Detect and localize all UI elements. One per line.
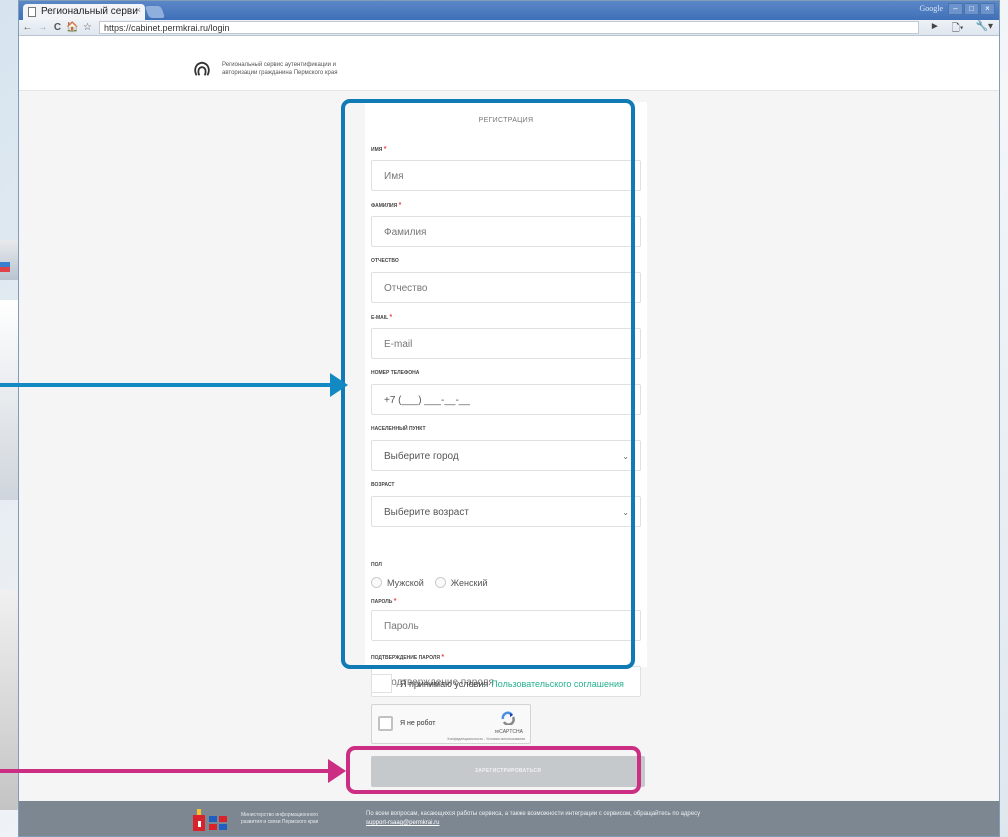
recaptcha-brand: reCAPTCHA bbox=[494, 729, 523, 735]
agreement-checkbox[interactable] bbox=[371, 674, 392, 693]
agreement-row: Я принимаю условия Пользовательского сог… bbox=[371, 674, 624, 693]
required-mark: * bbox=[383, 146, 387, 153]
password-label-text: ПАРОЛЬ bbox=[371, 599, 393, 605]
gender-label: ПОЛ bbox=[371, 562, 382, 568]
chevron-down-icon: ⌄ bbox=[622, 452, 629, 461]
browser-tab[interactable]: Региональный серви × bbox=[23, 4, 145, 20]
form-title: РЕГИСТРАЦИЯ bbox=[478, 117, 534, 124]
city-select-value: Выберите город bbox=[384, 451, 459, 462]
gender-radio-group: Мужской Женский bbox=[371, 577, 487, 588]
browser-brand: Google bbox=[919, 4, 943, 13]
register-button[interactable]: ЗАРЕГИСТРИРОВАТЬСЯ bbox=[371, 756, 645, 787]
patronymic-input[interactable]: Отчество bbox=[371, 272, 641, 303]
age-label: ВОЗРАСТ bbox=[371, 482, 395, 488]
back-arrow-icon[interactable]: ← bbox=[21, 21, 34, 34]
password-input[interactable]: Пароль bbox=[371, 610, 641, 641]
required-mark: * bbox=[393, 598, 397, 605]
desktop-background-strip bbox=[0, 590, 18, 810]
page-icon bbox=[28, 7, 36, 17]
agreement-text: Я принимаю условия bbox=[400, 678, 489, 689]
minimize-button[interactable]: – bbox=[948, 3, 963, 15]
header-title-line: авторизации гражданина Пермского края bbox=[222, 70, 338, 76]
recaptcha-logo-icon bbox=[501, 711, 515, 725]
ministry-name: Министерство информационного развития и … bbox=[241, 812, 341, 826]
email-input[interactable]: E-mail bbox=[371, 328, 641, 359]
bookmark-star-icon[interactable]: ☆ bbox=[81, 21, 94, 34]
recaptcha-widget: Я не робот reCAPTCHA Конфиденциальность … bbox=[371, 704, 531, 744]
first-name-input[interactable]: Имя bbox=[371, 160, 641, 191]
page-content: Региональный сервис аутентификации и авт… bbox=[19, 36, 999, 836]
required-mark: * bbox=[398, 202, 402, 209]
patronymic-label: ОТЧЕСТВО bbox=[371, 258, 399, 264]
gender-radio-female[interactable] bbox=[434, 577, 446, 588]
desktop-flag-icon bbox=[0, 262, 10, 272]
first-name-label-text: ИМЯ bbox=[371, 147, 383, 153]
ministry-name-line: Министерство информационного bbox=[241, 812, 319, 818]
site-header: Региональный сервис аутентификации и авт… bbox=[19, 36, 999, 91]
age-select[interactable]: Выберите возраст ⌄ bbox=[371, 496, 641, 527]
close-window-button[interactable]: × bbox=[980, 3, 995, 15]
last-name-input[interactable]: Фамилия bbox=[371, 216, 641, 247]
support-email-link[interactable]: support-rsaag@permkrai.ru bbox=[366, 819, 966, 828]
recaptcha-terms-link[interactable]: Конфиденциальность - Условия использован… bbox=[448, 737, 525, 741]
phone-label: НОМЕР ТЕЛЕФОНА bbox=[371, 370, 420, 376]
tab-strip: Региональный серви × Google – □ × bbox=[19, 1, 999, 20]
pointer-arrow-pink bbox=[0, 759, 346, 783]
footer-info: По всем вопросам, касающихся работы серв… bbox=[366, 810, 966, 828]
address-bar[interactable]: https://cabinet.permkrai.ru/login bbox=[99, 21, 919, 34]
last-name-label-text: ФАМИЛИЯ bbox=[371, 203, 398, 209]
city-select[interactable]: Выберите город ⌄ bbox=[371, 440, 641, 471]
desktop-background-strip bbox=[0, 240, 18, 280]
last-name-label: ФАМИЛИЯ * bbox=[371, 202, 401, 209]
first-name-label: ИМЯ * bbox=[371, 146, 386, 153]
required-mark: * bbox=[389, 314, 393, 321]
header-title: Региональный сервис аутентификации и авт… bbox=[222, 61, 382, 77]
home-icon[interactable]: 🏠 bbox=[66, 21, 79, 34]
recaptcha-checkbox[interactable] bbox=[378, 716, 393, 731]
user-agreement-link[interactable]: Пользовательского соглашения bbox=[491, 679, 624, 689]
forward-arrow-icon[interactable]: → bbox=[36, 21, 49, 34]
email-label-text: E-MAIL bbox=[371, 315, 389, 321]
city-label: НАСЕЛЕННЫЙ ПУНКТ bbox=[371, 426, 426, 432]
registration-form: РЕГИСТРАЦИЯ ИМЯ * Имя ФАМИЛИЯ * Фамилия … bbox=[365, 102, 647, 667]
email-label: E-MAIL * bbox=[371, 314, 392, 321]
phone-input[interactable]: +7 (___) ___-__-__ bbox=[371, 384, 641, 415]
maximize-button[interactable]: □ bbox=[964, 3, 979, 15]
gender-option-label: Мужской bbox=[387, 577, 424, 588]
recaptcha-label: Я не робот bbox=[400, 720, 436, 727]
required-mark: * bbox=[441, 654, 445, 661]
gender-option-label: Женский bbox=[450, 577, 488, 588]
site-footer: Министерство информационного развития и … bbox=[19, 801, 999, 836]
tab-title: Региональный серви bbox=[41, 6, 138, 17]
new-tab-button[interactable] bbox=[144, 6, 166, 18]
chevron-down-icon: ⌄ bbox=[622, 508, 629, 517]
header-title-line: Региональный сервис аутентификации и bbox=[222, 62, 336, 68]
footer-info-text: По всем вопросам, касающихся работы серв… bbox=[366, 811, 701, 817]
gender-radio-male[interactable] bbox=[371, 577, 382, 588]
window-controls: – □ × bbox=[948, 3, 995, 15]
browser-window: Региональный серви × Google – □ × ← → C … bbox=[18, 0, 1000, 837]
password-confirm-label-text: ПОДТВЕРЖДЕНИЕ ПАРОЛЯ bbox=[371, 655, 440, 661]
password-label: ПАРОЛЬ * bbox=[371, 598, 396, 605]
ministry-logo-icon bbox=[193, 809, 227, 831]
browser-toolbar: ← → C 🏠 ☆ https://cabinet.permkrai.ru/lo… bbox=[19, 20, 999, 36]
age-select-value: Выберите возраст bbox=[384, 507, 469, 518]
ministry-name-line: развития и связи Пермского края bbox=[241, 819, 319, 825]
password-confirm-label: ПОДТВЕРЖДЕНИЕ ПАРОЛЯ * bbox=[371, 654, 444, 661]
reload-icon[interactable]: C bbox=[51, 21, 64, 34]
site-logo-icon[interactable] bbox=[193, 60, 211, 78]
desktop-background-strip bbox=[0, 300, 18, 500]
tab-close-icon[interactable]: × bbox=[136, 5, 141, 15]
pointer-arrow-blue bbox=[0, 373, 348, 397]
